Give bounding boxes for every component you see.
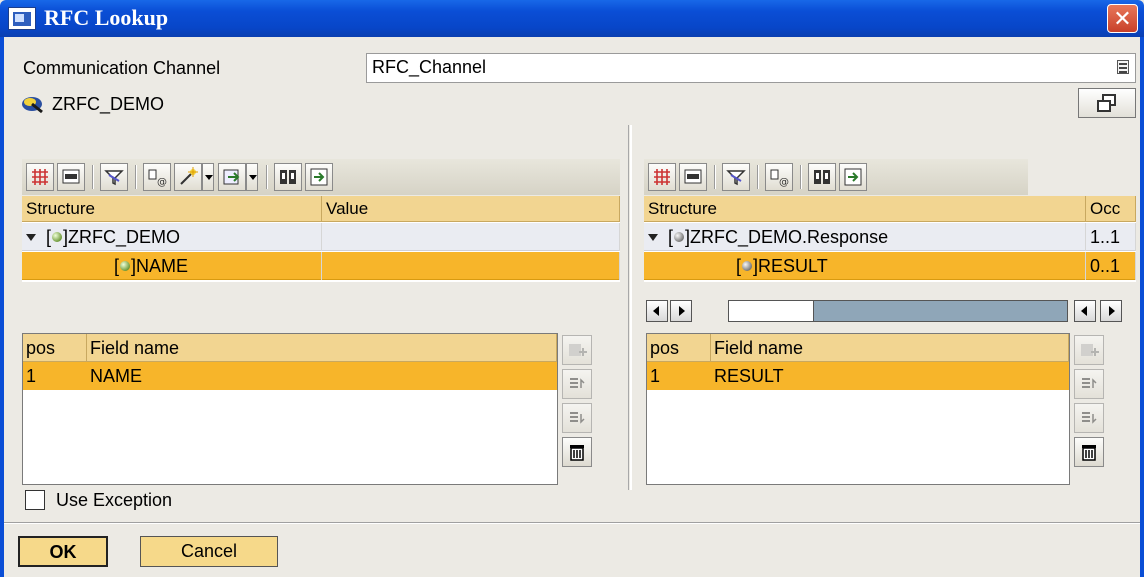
tree-header: Structure Occ: [644, 196, 1136, 222]
tree-row[interactable]: []NAME: [22, 252, 620, 280]
function-name: ZRFC_DEMO: [52, 94, 164, 114]
scroll-left-icon[interactable]: [1074, 300, 1096, 322]
column-header[interactable]: Occ: [1086, 196, 1136, 222]
move-up-icon[interactable]: [1074, 369, 1104, 399]
right-field-tools: [1072, 333, 1106, 485]
channel-value: RFC_Channel: [372, 57, 487, 77]
grid-view-icon[interactable]: [26, 163, 54, 191]
column-header[interactable]: Field name: [87, 334, 557, 362]
panel-splitter[interactable]: [624, 125, 638, 490]
restore-window-button[interactable]: [1078, 88, 1136, 118]
fields-header: pos Field name: [23, 334, 557, 362]
divider: [4, 522, 1140, 524]
column-header[interactable]: Value: [322, 196, 620, 222]
add-row-icon[interactable]: [562, 335, 592, 365]
left-toolbar: @: [22, 159, 620, 195]
magic-wand-icon[interactable]: [174, 163, 202, 191]
find-next-icon[interactable]: [305, 163, 333, 191]
add-row-icon[interactable]: [1074, 335, 1104, 365]
export-icon[interactable]: [218, 163, 246, 191]
column-header[interactable]: Structure: [22, 196, 322, 222]
occurrence-cell: 0..1: [1086, 252, 1136, 280]
tree-row[interactable]: []RESULT 0..1: [644, 252, 1136, 280]
find-icon[interactable]: [274, 163, 302, 191]
table-row[interactable]: 1 RESULT: [647, 362, 1069, 390]
right-horizontal-scrollbar[interactable]: [646, 300, 1136, 322]
channel-label: Communication Channel: [23, 58, 221, 78]
insert-variable-icon[interactable]: @: [143, 163, 171, 191]
move-up-icon[interactable]: [562, 369, 592, 399]
column-header[interactable]: pos: [647, 334, 711, 362]
expand-icon[interactable]: [648, 234, 658, 241]
tree-row[interactable]: []ZRFC_DEMO: [22, 223, 620, 251]
export-dropdown-icon[interactable]: [246, 163, 258, 191]
use-exception-checkbox[interactable]: [25, 490, 45, 510]
delete-icon[interactable]: [562, 437, 592, 467]
node-label: ZRFC_DEMO.Response: [690, 227, 889, 247]
node-value: [322, 252, 620, 280]
filter-icon[interactable]: [722, 163, 750, 191]
node-label: NAME: [136, 256, 189, 276]
find-icon[interactable]: [808, 163, 836, 191]
channel-select[interactable]: RFC_Channel: [366, 53, 1136, 83]
node-icon: [742, 261, 753, 271]
pos-cell: 1: [650, 366, 661, 386]
move-down-icon[interactable]: [1074, 403, 1104, 433]
scroll-left-icon[interactable]: [646, 300, 668, 322]
column-header[interactable]: Field name: [711, 334, 1069, 362]
node-label: RESULT: [758, 256, 828, 276]
use-exception-label: Use Exception: [56, 490, 173, 510]
grid-view-icon[interactable]: [648, 163, 676, 191]
svg-text:@: @: [157, 177, 167, 187]
move-down-icon[interactable]: [562, 403, 592, 433]
insert-variable-icon[interactable]: @: [765, 163, 793, 191]
window-frame-left: [0, 37, 4, 577]
filter-icon[interactable]: [100, 163, 128, 191]
source-view-icon[interactable]: [57, 163, 85, 191]
svg-text:@: @: [779, 177, 789, 187]
right-structure-tree: Structure Occ []ZRFC_DEMO.Response 1..1 …: [644, 196, 1136, 282]
tree-row[interactable]: []ZRFC_DEMO.Response 1..1: [644, 223, 1136, 251]
window-frame-right: [1140, 37, 1144, 577]
find-next-icon[interactable]: [839, 163, 867, 191]
left-structure-tree: Structure Value []ZRFC_DEMO []NAME: [22, 196, 620, 282]
title-bar: RFC Lookup ✕: [0, 0, 1144, 37]
app-icon: [8, 7, 36, 30]
occurrence-cell: 1..1: [1086, 223, 1136, 251]
node-icon: [674, 232, 685, 242]
node-value: [322, 223, 620, 251]
field-name-cell: RESULT: [714, 366, 784, 386]
column-header[interactable]: Structure: [644, 196, 1086, 222]
field-name-cell: NAME: [90, 366, 143, 386]
pos-cell: 1: [26, 366, 37, 386]
magic-wand-dropdown-icon[interactable]: [202, 163, 214, 191]
window-title: RFC Lookup: [44, 5, 169, 30]
node-icon: [120, 261, 131, 271]
delete-icon[interactable]: [1074, 437, 1104, 467]
right-toolbar: @: [644, 159, 1028, 195]
scroll-track[interactable]: [728, 300, 1068, 322]
node-label: ZRFC_DEMO: [68, 227, 181, 247]
dropdown-icon[interactable]: [1117, 60, 1129, 74]
column-header[interactable]: pos: [23, 334, 87, 362]
fields-header: pos Field name: [647, 334, 1069, 362]
cancel-button[interactable]: Cancel: [140, 536, 278, 567]
scroll-thumb[interactable]: [729, 301, 814, 321]
scroll-right-icon[interactable]: [670, 300, 692, 322]
expand-icon[interactable]: [26, 234, 36, 241]
right-fields-table: pos Field name 1 RESULT: [646, 333, 1070, 485]
tree-header: Structure Value: [22, 196, 620, 222]
ok-button[interactable]: OK: [18, 536, 108, 567]
source-view-icon[interactable]: [679, 163, 707, 191]
left-field-tools: [560, 333, 594, 485]
function-module-icon: [22, 97, 43, 114]
scroll-right-icon[interactable]: [1100, 300, 1122, 322]
left-fields-table: pos Field name 1 NAME: [22, 333, 558, 485]
table-row[interactable]: 1 NAME: [23, 362, 557, 390]
close-button[interactable]: ✕: [1107, 4, 1138, 33]
node-icon: [52, 232, 63, 242]
